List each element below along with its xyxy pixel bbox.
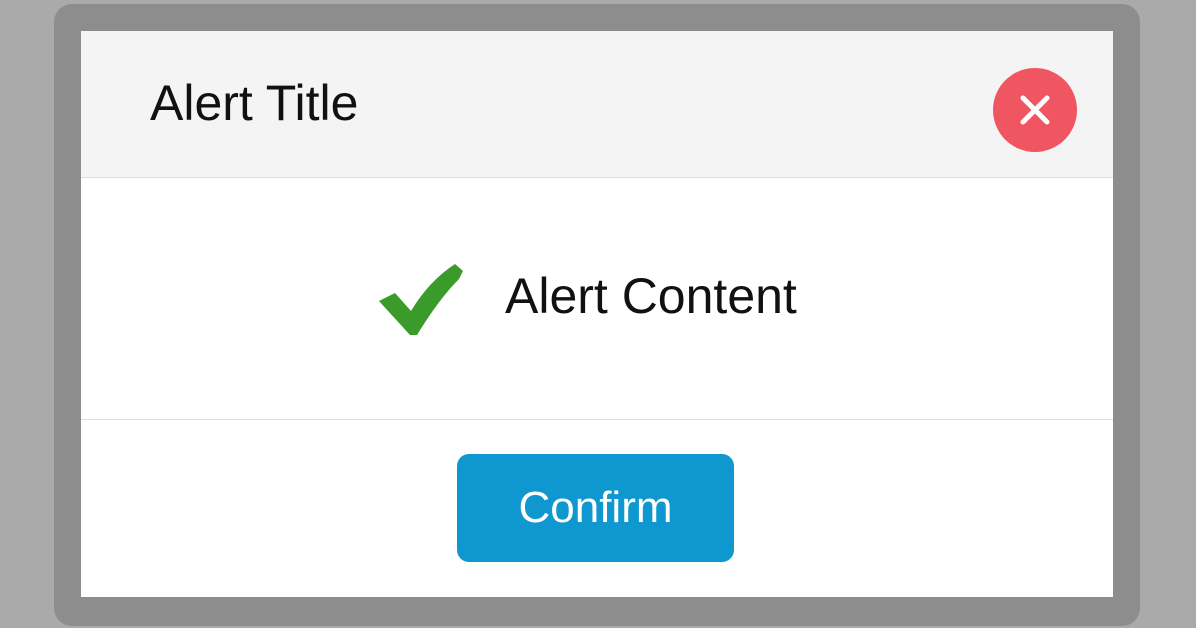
close-button[interactable] [993,68,1077,152]
dialog-header: Alert Title [81,31,1113,178]
dialog-body: Alert Content [81,178,1113,420]
check-icon [379,264,463,335]
close-icon [1020,95,1050,125]
alert-content: Alert Content [505,268,797,324]
dialog-title: Alert Title [150,75,359,131]
alert-dialog: Alert Title Alert Content Confirm [81,31,1113,597]
dialog-footer: Confirm [81,420,1113,597]
confirm-button[interactable]: Confirm [457,454,734,562]
